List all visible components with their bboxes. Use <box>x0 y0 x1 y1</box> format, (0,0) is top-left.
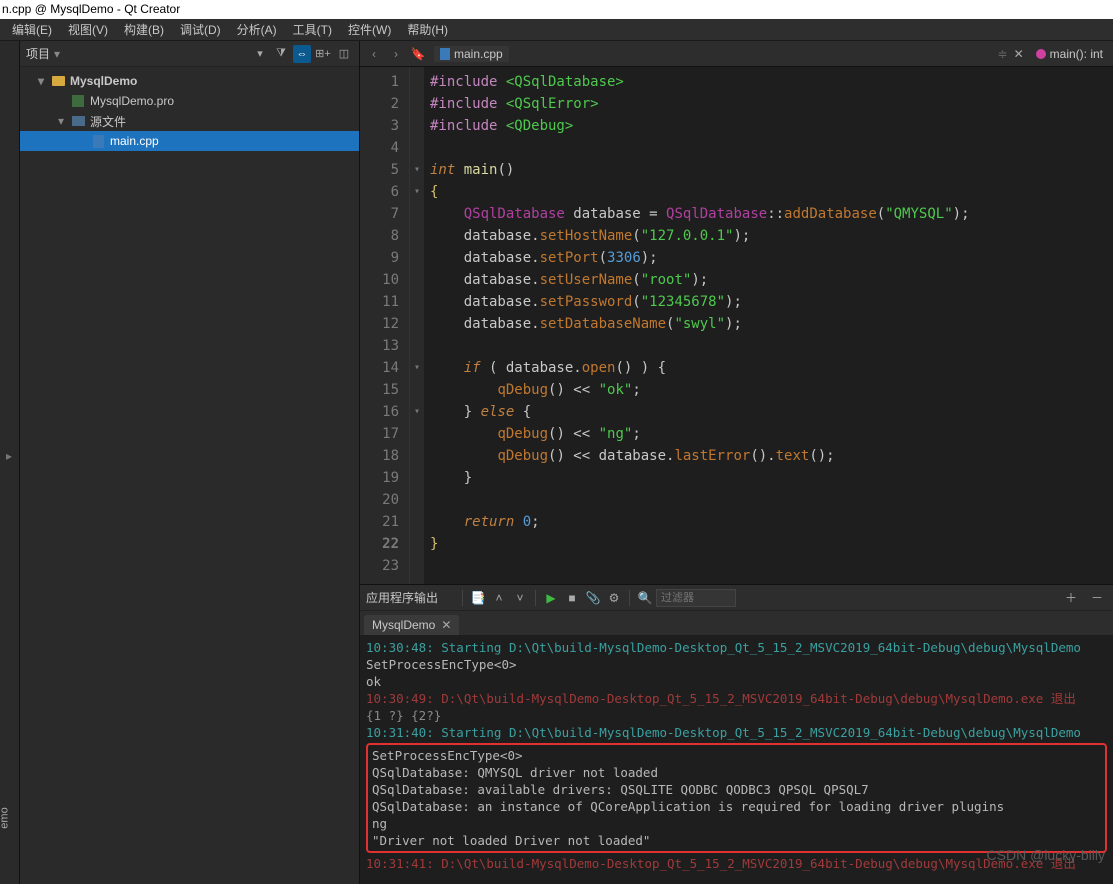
project-tree: ▾MysqlDemo MysqlDemo.pro ▾源文件 main.cpp <box>20 67 359 155</box>
output-tab-label: MysqlDemo <box>372 618 435 632</box>
menu-build[interactable]: 构建(B) <box>116 19 172 40</box>
filter-icon[interactable]: ▾ <box>251 45 269 63</box>
output-panel-title: 应用程序输出 <box>366 589 458 606</box>
function-crumb-label: main(): int <box>1050 47 1103 61</box>
code-content[interactable]: #include <QSqlDatabase>#include <QSqlErr… <box>424 67 1113 584</box>
output-panel: 应用程序输出 📑 ˄ ˅ ▶ ■ 📎 ⚙ 🔍 ＋ － <box>360 584 1113 884</box>
funnel-icon[interactable]: ⧩ <box>272 45 290 63</box>
project-panel: 项目 ▾ ▾ ⧩ ⇔ ⊞+ ◫ ▾MysqlDemo MysqlDemo.pro… <box>20 41 360 884</box>
output-content[interactable]: 10:30:48: Starting D:\Qt\build-MysqlDemo… <box>360 635 1113 884</box>
settings-icon[interactable]: ⚙ <box>604 588 624 608</box>
left-mode-strip[interactable]: ▸ emo <box>0 41 20 884</box>
menu-edit[interactable]: 编辑(E) <box>4 19 60 40</box>
watermark: CSDN @lucky-billy <box>987 847 1105 864</box>
close-tab-icon[interactable]: ✕ <box>441 618 451 632</box>
add-icon[interactable]: ⊞+ <box>314 45 332 63</box>
crumb-dropdown-icon[interactable]: ≑ <box>998 47 1008 61</box>
output-add-icon[interactable]: ＋ <box>1061 588 1081 608</box>
menu-help[interactable]: 帮助(H) <box>399 19 456 40</box>
output-config-icon[interactable]: 📑 <box>468 588 488 608</box>
window-title: n.cpp @ MysqlDemo - Qt Creator <box>0 0 1113 19</box>
output-up-icon[interactable]: ˄ <box>489 588 509 608</box>
code-editor[interactable]: 1234567891011121314151617181920212223 ▾▾… <box>360 67 1113 584</box>
editor-container: ‹ › 🔖 main.cpp ≑ ✕ main(): int 123456789… <box>360 41 1113 884</box>
line-gutter: 1234567891011121314151617181920212223 <box>360 67 410 584</box>
split-icon[interactable]: ◫ <box>335 45 353 63</box>
output-tab[interactable]: MysqlDemo ✕ <box>364 615 459 635</box>
nav-fwd-icon[interactable]: › <box>386 44 406 64</box>
tree-main-cpp[interactable]: main.cpp <box>20 131 359 151</box>
menu-widgets[interactable]: 控件(W) <box>340 19 399 40</box>
tree-sources-folder[interactable]: ▾源文件 <box>20 111 359 131</box>
link-icon[interactable]: ⇔ <box>293 45 311 63</box>
search-icon[interactable]: 🔍 <box>635 588 655 608</box>
strip-label: emo <box>0 807 11 828</box>
run-icon[interactable]: ▶ <box>541 588 561 608</box>
tree-project-root[interactable]: ▾MysqlDemo <box>20 71 359 91</box>
menu-debug[interactable]: 调试(D) <box>172 19 229 40</box>
menu-bar: 编辑(E) 视图(V) 构建(B) 调试(D) 分析(A) 工具(T) 控件(W… <box>0 19 1113 41</box>
project-panel-title: 项目 <box>26 45 50 62</box>
output-minimize-icon[interactable]: － <box>1087 588 1107 608</box>
expand-icon[interactable]: ▸ <box>6 449 12 463</box>
dropdown-icon[interactable]: ▾ <box>54 47 60 61</box>
function-icon <box>1036 49 1046 59</box>
nav-back-icon[interactable]: ‹ <box>364 44 384 64</box>
stop-icon[interactable]: ■ <box>562 588 582 608</box>
output-filter-input[interactable] <box>656 589 736 607</box>
menu-view[interactable]: 视图(V) <box>60 19 116 40</box>
menu-analyze[interactable]: 分析(A) <box>229 19 285 40</box>
fold-column[interactable]: ▾▾▾▾ <box>410 67 424 584</box>
cpp-icon <box>440 48 450 60</box>
tree-pro-file[interactable]: MysqlDemo.pro <box>20 91 359 111</box>
file-crumb[interactable]: main.cpp <box>434 46 509 62</box>
output-down-icon[interactable]: ˅ <box>510 588 530 608</box>
file-crumb-label: main.cpp <box>454 47 503 61</box>
function-crumb[interactable]: main(): int <box>1030 47 1109 61</box>
bookmark-icon[interactable]: 🔖 <box>408 44 428 64</box>
editor-toolbar: ‹ › 🔖 main.cpp ≑ ✕ main(): int <box>360 41 1113 67</box>
attach-icon[interactable]: 📎 <box>583 588 603 608</box>
close-file-icon[interactable]: ✕ <box>1010 47 1028 61</box>
menu-tools[interactable]: 工具(T) <box>285 19 340 40</box>
